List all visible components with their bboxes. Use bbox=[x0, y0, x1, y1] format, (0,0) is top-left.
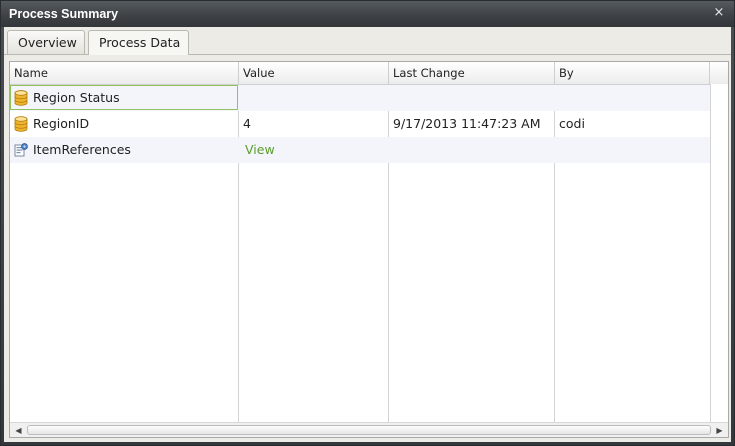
tab-process-data[interactable]: Process Data bbox=[88, 30, 189, 55]
horizontal-scrollbar[interactable]: ◀ ▶ bbox=[10, 422, 728, 437]
vertical-scroll-lane bbox=[710, 84, 728, 422]
dialog-body: Overview Process Data Name Value Last Ch… bbox=[4, 27, 731, 442]
column-header-value[interactable]: Value bbox=[239, 62, 389, 84]
process-data-grid: Name Value Last Change By Region Status bbox=[9, 61, 729, 438]
scroll-thumb[interactable] bbox=[27, 425, 711, 435]
row-name: ItemReferences bbox=[33, 142, 131, 157]
title-bar[interactable]: Process Summary × bbox=[1, 1, 734, 27]
row-name: Region Status bbox=[33, 90, 120, 105]
column-header-last-change[interactable]: Last Change bbox=[389, 62, 555, 84]
table-row[interactable]: ItemReferences View bbox=[10, 137, 710, 163]
column-header-name[interactable]: Name bbox=[10, 62, 239, 84]
table-row[interactable]: RegionID 4 9/17/2013 11:47:23 AM codi bbox=[10, 111, 710, 137]
table-row[interactable]: Region Status bbox=[10, 85, 710, 111]
tab-overview[interactable]: Overview bbox=[7, 30, 85, 54]
grid-header: Name Value Last Change By bbox=[10, 62, 728, 85]
view-link[interactable]: View bbox=[245, 137, 275, 163]
column-header-spacer bbox=[710, 62, 728, 84]
scroll-left-icon[interactable]: ◀ bbox=[11, 423, 26, 437]
row-by: codi bbox=[559, 116, 585, 131]
scroll-right-icon[interactable]: ▶ bbox=[712, 423, 727, 437]
window-title: Process Summary bbox=[9, 7, 119, 21]
row-name: RegionID bbox=[33, 116, 90, 131]
row-value: 4 bbox=[243, 116, 251, 131]
process-summary-window: Process Summary × Overview Process Data … bbox=[0, 0, 735, 446]
row-last-change: 9/17/2013 11:47:23 AM bbox=[393, 116, 541, 131]
column-header-by[interactable]: By bbox=[555, 62, 710, 84]
close-icon[interactable]: × bbox=[712, 6, 726, 20]
